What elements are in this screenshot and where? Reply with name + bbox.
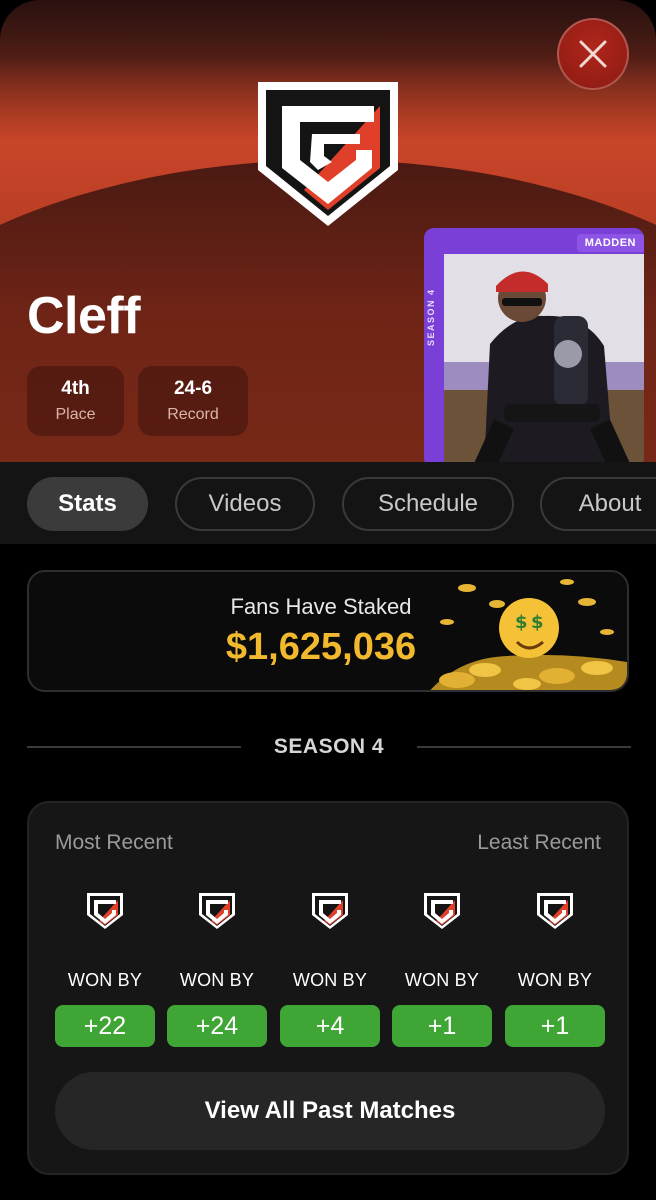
team-logo-icon [87,893,123,929]
team-logo-icon [312,893,348,929]
win-margin-badge: +22 [55,1005,155,1047]
card-brand-tag: MADDEN [576,234,644,252]
match-result[interactable]: WON BY +4 [280,891,380,1047]
divider-line-right [417,746,631,748]
least-recent-label: Least Recent [477,831,601,854]
close-icon [579,40,607,68]
profile-hero: Cleff 4th Place 24-6 Record MADDEN SEASO… [0,0,656,470]
player-photo [444,254,644,468]
win-margin-badge: +1 [392,1005,492,1047]
tab-stats[interactable]: Stats [27,477,148,531]
match-result[interactable]: WON BY +22 [55,891,155,1047]
most-recent-label: Most Recent [55,831,173,854]
record-label: Record [167,406,219,423]
record-stat: 24-6 Record [138,366,248,436]
player-name: Cleff [27,287,141,345]
match-result-label: WON BY [404,970,480,990]
profile-tabs: Stats Videos Schedule About [0,462,656,544]
card-season-label: SEASON 4 [426,288,436,346]
match-result[interactable]: WON BY +24 [167,891,267,1047]
season-divider: SEASON 4 [27,732,631,762]
match-result-label: WON BY [179,970,255,990]
close-button[interactable] [557,18,629,90]
recent-results-panel: Most Recent Least Recent WON BY +22 WON … [27,801,629,1175]
fans-staked-banner: $ $ Fans Have Staked $1,625,036 [27,570,629,692]
place-label: Place [55,406,96,423]
view-all-past-matches-button[interactable]: View All Past Matches [55,1072,605,1150]
win-margin-badge: +1 [505,1005,605,1047]
win-margin-badge: +4 [280,1005,380,1047]
match-result-label: WON BY [292,970,368,990]
tab-schedule[interactable]: Schedule [342,477,514,531]
tab-about[interactable]: About [540,477,656,531]
team-logo-icon [424,893,460,929]
team-logo-icon [199,893,235,929]
win-margin-badge: +24 [167,1005,267,1047]
team-logo-icon [537,893,573,929]
staked-amount: $1,625,036 [225,626,417,668]
place-stat: 4th Place [27,366,124,436]
player-card[interactable]: MADDEN SEASON 4 [424,228,644,468]
tab-videos[interactable]: Videos [175,477,315,531]
team-logo-icon [252,78,404,230]
place-value: 4th [61,378,90,399]
staked-caption: Fans Have Staked [230,594,412,619]
record-value: 24-6 [173,378,213,399]
match-result[interactable]: WON BY +1 [505,891,605,1047]
match-result-label: WON BY [517,970,593,990]
match-result[interactable]: WON BY +1 [392,891,492,1047]
match-result-label: WON BY [67,970,143,990]
